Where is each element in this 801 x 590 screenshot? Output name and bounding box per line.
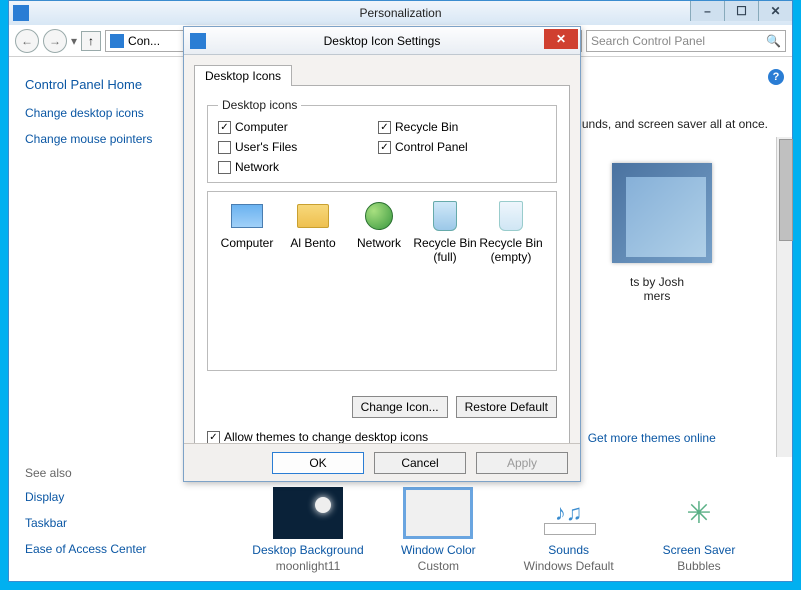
tab-body: Desktop icons ✓ Computer User's Files Ne…: [194, 85, 570, 455]
icon-preview-grid[interactable]: Computer Al Bento Network Recycle Bin (f…: [207, 191, 557, 371]
dialog-title: Desktop Icon Settings: [324, 34, 441, 48]
window-titlebar[interactable]: Personalization – ☐ ✕: [9, 1, 792, 25]
checkbox-network-label: Network: [235, 160, 279, 174]
allow-themes-label: Allow themes to change desktop icons: [224, 430, 428, 444]
maximize-button[interactable]: ☐: [724, 1, 758, 21]
restore-default-button[interactable]: Restore Default: [456, 396, 557, 418]
back-button[interactable]: ←: [15, 29, 39, 53]
icon-recycle-bin-empty-label: Recycle Bin (empty): [478, 236, 544, 264]
checkbox-users-files-box: [218, 141, 231, 154]
icon-computer[interactable]: Computer: [214, 198, 280, 278]
checkbox-recycle-bin-label: Recycle Bin: [395, 120, 458, 134]
see-also-heading: See also: [25, 466, 177, 480]
dialog-icon: [190, 33, 206, 49]
see-also-ease-of-access[interactable]: Ease of Access Center: [25, 542, 177, 556]
desktop-background-value: moonlight11: [276, 559, 341, 573]
checkbox-network[interactable]: Network: [218, 160, 378, 174]
scrollbar[interactable]: [776, 137, 792, 457]
group-legend: Desktop icons: [218, 98, 301, 112]
change-icon-button[interactable]: Change Icon...: [352, 396, 448, 418]
checkbox-users-files-label: User's Files: [235, 140, 297, 154]
window-controls: – ☐ ✕: [690, 1, 792, 21]
checkbox-recycle-bin[interactable]: ✓ Recycle Bin: [378, 120, 538, 134]
screen-saver-value: Bubbles: [677, 559, 720, 573]
network-icon: [359, 198, 399, 234]
allow-themes-checkbox[interactable]: ✓: [207, 431, 220, 444]
desktop-background-item[interactable]: Desktop Background moonlight11: [243, 487, 373, 573]
search-placeholder: Search Control Panel: [591, 34, 705, 48]
recycle-bin-empty-icon: [491, 198, 531, 234]
dialog-footer: OK Cancel Apply: [184, 443, 580, 481]
checkbox-computer-box: ✓: [218, 121, 231, 134]
sounds-item[interactable]: Sounds Windows Default: [504, 487, 634, 573]
up-button[interactable]: ↑: [81, 31, 101, 51]
cancel-button[interactable]: Cancel: [374, 452, 466, 474]
desktop-background-label: Desktop Background: [252, 543, 363, 557]
minimize-button[interactable]: –: [690, 1, 724, 21]
address-icon: [110, 34, 124, 48]
sidebar-link-change-mouse-pointers[interactable]: Change mouse pointers: [25, 132, 177, 146]
forward-button[interactable]: →: [43, 29, 67, 53]
tab-desktop-icons[interactable]: Desktop Icons: [194, 65, 292, 86]
dialog-titlebar[interactable]: Desktop Icon Settings ✕: [184, 27, 580, 55]
dialog-close-button[interactable]: ✕: [544, 29, 578, 49]
window-color-item[interactable]: Window Color Custom: [373, 487, 503, 573]
desktop-background-thumb: [273, 487, 343, 539]
checkbox-control-panel-label: Control Panel: [395, 140, 468, 154]
icon-network[interactable]: Network: [346, 198, 412, 278]
history-dropdown-icon[interactable]: ▾: [71, 34, 77, 48]
sounds-value: Windows Default: [524, 559, 614, 573]
folder-icon: [293, 198, 333, 234]
checkbox-network-box: [218, 161, 231, 174]
checkbox-recycle-bin-box: ✓: [378, 121, 391, 134]
recycle-bin-full-icon: [425, 198, 465, 234]
see-also-display[interactable]: Display: [25, 490, 177, 504]
icon-user-folder-label: Al Bento: [290, 236, 335, 250]
content-header-fragment: unds, and screen saver all at once.: [582, 117, 768, 131]
icon-computer-label: Computer: [221, 236, 274, 250]
search-box[interactable]: Search Control Panel 🔍: [586, 30, 786, 52]
sidebar: Control Panel Home Change desktop icons …: [9, 57, 193, 581]
icon-recycle-bin-full[interactable]: Recycle Bin (full): [412, 198, 478, 278]
allow-themes-row[interactable]: ✓ Allow themes to change desktop icons: [207, 430, 428, 444]
apply-button[interactable]: Apply: [476, 452, 568, 474]
app-icon: [13, 5, 29, 21]
get-more-themes-link[interactable]: Get more themes online: [588, 431, 716, 445]
close-button[interactable]: ✕: [758, 1, 792, 21]
icon-recycle-bin-full-label: Recycle Bin (full): [412, 236, 478, 264]
help-icon[interactable]: ?: [768, 69, 784, 85]
see-also-taskbar[interactable]: Taskbar: [25, 516, 177, 530]
desktop-icons-group: Desktop icons ✓ Computer User's Files Ne…: [207, 98, 557, 183]
ok-button[interactable]: OK: [272, 452, 364, 474]
icon-action-buttons: Change Icon... Restore Default: [352, 396, 557, 418]
sidebar-heading[interactable]: Control Panel Home: [25, 77, 177, 92]
desktop-icon-settings-dialog: Desktop Icon Settings ✕ Desktop Icons De…: [183, 26, 581, 482]
icon-network-label: Network: [357, 236, 401, 250]
sidebar-link-change-desktop-icons[interactable]: Change desktop icons: [25, 106, 177, 120]
theme-thumbnail[interactable]: [612, 163, 712, 263]
icon-recycle-bin-empty[interactable]: Recycle Bin (empty): [478, 198, 544, 278]
checkbox-control-panel[interactable]: ✓ Control Panel: [378, 140, 538, 154]
icon-user-folder[interactable]: Al Bento: [280, 198, 346, 278]
computer-icon: [227, 198, 267, 234]
category-row: Desktop Background moonlight11 Window Co…: [243, 487, 764, 573]
tab-strip: Desktop Icons: [194, 65, 570, 86]
checkbox-users-files[interactable]: User's Files: [218, 140, 378, 154]
window-title: Personalization: [359, 6, 441, 20]
checkbox-computer[interactable]: ✓ Computer: [218, 120, 378, 134]
window-color-thumb: [403, 487, 473, 539]
screen-saver-label: Screen Saver: [663, 543, 736, 557]
search-icon[interactable]: 🔍: [766, 34, 781, 48]
screen-saver-item[interactable]: Screen Saver Bubbles: [634, 487, 764, 573]
checkbox-computer-label: Computer: [235, 120, 288, 134]
theme-name-fragment: ts by Josh mers: [602, 275, 712, 303]
checkbox-control-panel-box: ✓: [378, 141, 391, 154]
window-color-value: Custom: [418, 559, 459, 573]
sounds-label: Sounds: [548, 543, 589, 557]
sounds-thumb: [534, 487, 604, 539]
screen-saver-thumb: [664, 487, 734, 539]
address-text: Con...: [128, 34, 160, 48]
window-color-label: Window Color: [401, 543, 476, 557]
